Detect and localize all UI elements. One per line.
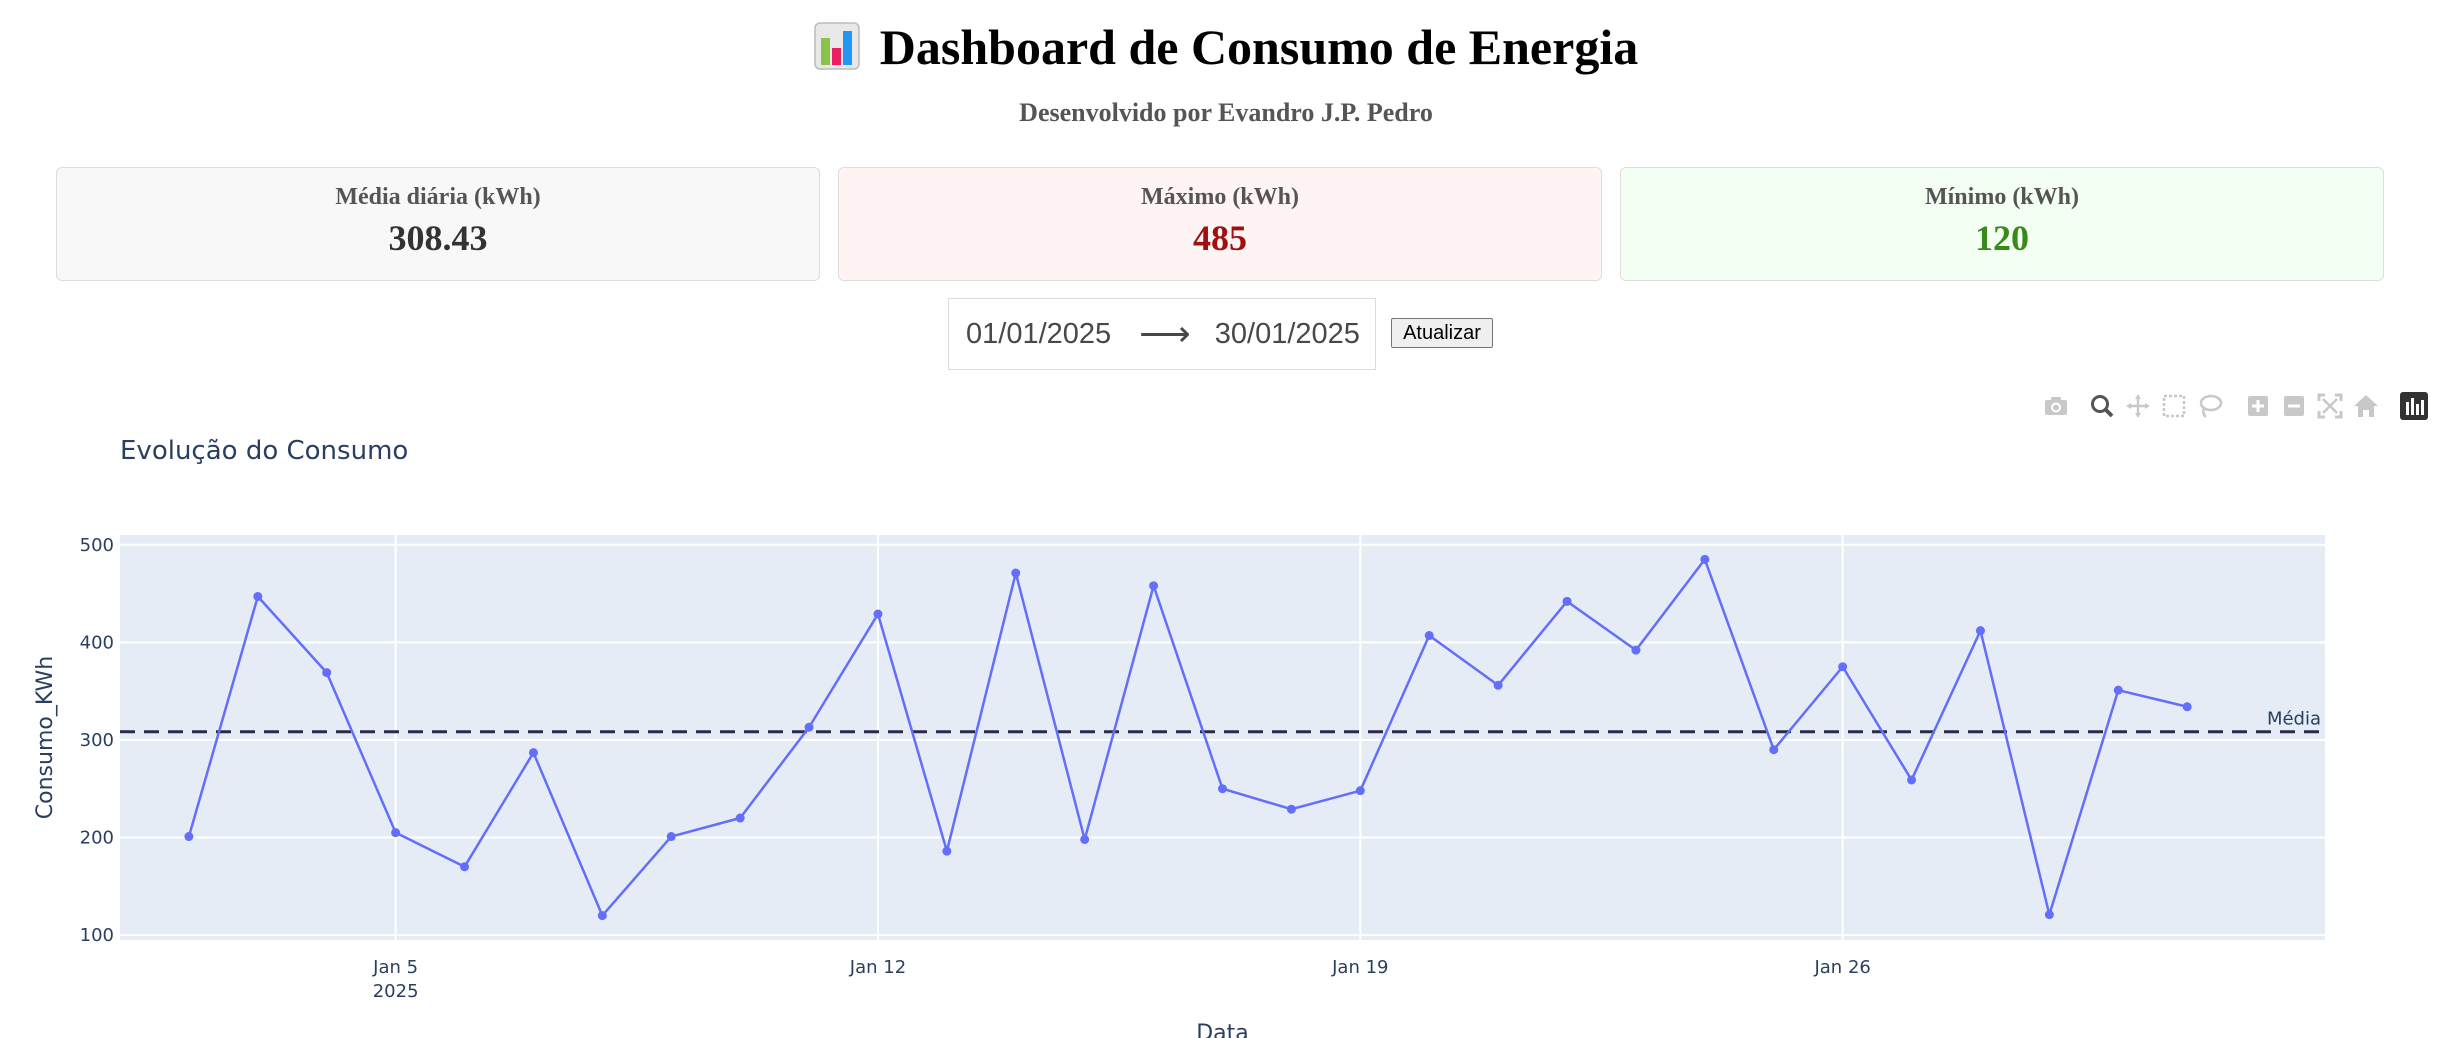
minimum-value: 120 [1975, 218, 2029, 258]
data-point [1011, 568, 1021, 578]
data-point [1975, 626, 1985, 636]
average-label: Média diária (kWh) [335, 184, 541, 210]
camera-icon[interactable] [2040, 390, 2072, 422]
plot-area [120, 535, 2325, 940]
y-tick-label: 100 [80, 925, 114, 946]
box-select-icon[interactable] [2158, 390, 2190, 422]
x-year-label: 2025 [373, 981, 419, 1002]
data-point [666, 832, 676, 842]
update-button[interactable]: Atualizar [1391, 318, 1493, 348]
arrow-right-icon: ⟶ [1139, 313, 1191, 354]
data-point [460, 862, 470, 872]
reset-axes-icon[interactable] [2350, 390, 2382, 422]
minimum-label: Mínimo (kWh) [1924, 184, 2079, 210]
maximum-card: Máximo (kWh) 485 [838, 167, 1602, 281]
zoom-in-icon[interactable] [2242, 390, 2274, 422]
x-axis-title: Data [1196, 1021, 1249, 1038]
data-point [1769, 745, 1779, 755]
page-title: Dashboard de Consumo de Energia [0, 18, 2452, 82]
data-point [1562, 596, 1572, 606]
chart-title: Evolução do Consumo [120, 436, 408, 466]
data-point [322, 668, 332, 678]
zoom-out-icon[interactable] [2278, 390, 2310, 422]
data-point [1424, 631, 1434, 641]
page-title-text: Dashboard de Consumo de Energia [879, 19, 1639, 75]
autoscale-icon[interactable] [2314, 390, 2346, 422]
y-tick-label: 400 [80, 632, 114, 653]
data-point [942, 846, 952, 856]
lasso-icon[interactable] [2194, 390, 2226, 422]
data-point [184, 832, 194, 842]
average-line-label: Média [2267, 709, 2321, 730]
page-subtitle: Desenvolvido por Evandro J.P. Pedro [1019, 98, 1433, 127]
data-point [1218, 784, 1227, 794]
date-range-picker[interactable]: 01/01/2025 ⟶ 30/01/2025 [948, 298, 1376, 370]
data-point [2182, 702, 2192, 712]
data-point [1149, 581, 1159, 591]
zoom-icon[interactable] [2086, 390, 2118, 422]
average-value: 308.43 [388, 218, 488, 258]
data-point [1631, 645, 1641, 655]
x-tick-label: Jan 5 [372, 957, 418, 978]
data-point [1493, 680, 1503, 690]
y-tick-label: 300 [80, 730, 114, 751]
data-point [1907, 775, 1917, 785]
maximum-value: 485 [1193, 218, 1247, 258]
data-point [597, 911, 607, 921]
data-point [2044, 910, 2054, 920]
x-tick-label: Jan 19 [1331, 957, 1388, 978]
data-point [873, 609, 883, 619]
data-point [1700, 554, 1710, 564]
data-point [253, 591, 263, 601]
end-date-input[interactable]: 30/01/2025 [1215, 318, 1360, 351]
data-point [1838, 662, 1848, 672]
data-point [391, 828, 401, 838]
maximum-label: Máximo (kWh) [1141, 184, 1299, 210]
data-point [1355, 786, 1365, 796]
x-tick-label: Jan 12 [849, 957, 906, 978]
consumption-line-chart: Evolução do Consumo Média 100 200 300 400 50… [33, 436, 2325, 1038]
data-point [2113, 685, 2123, 695]
average-card: Média diária (kWh) 308.43 [56, 167, 820, 281]
y-tick-label: 200 [80, 828, 114, 849]
pan-icon[interactable] [2122, 390, 2154, 422]
minimum-card: Mínimo (kWh) 120 [1620, 167, 2384, 281]
start-date-input[interactable]: 01/01/2025 [966, 318, 1111, 351]
y-axis-title: Consumo_KWh [33, 656, 58, 819]
bar-chart-icon [814, 22, 860, 82]
y-tick-label: 500 [80, 535, 114, 556]
data-point [735, 813, 745, 823]
data-point [804, 722, 814, 732]
plotly-logo-icon[interactable] [2398, 390, 2430, 422]
data-point [528, 748, 538, 758]
data-point [1286, 804, 1296, 814]
x-tick-label: Jan 26 [1813, 957, 1870, 978]
data-point [1080, 834, 1090, 844]
